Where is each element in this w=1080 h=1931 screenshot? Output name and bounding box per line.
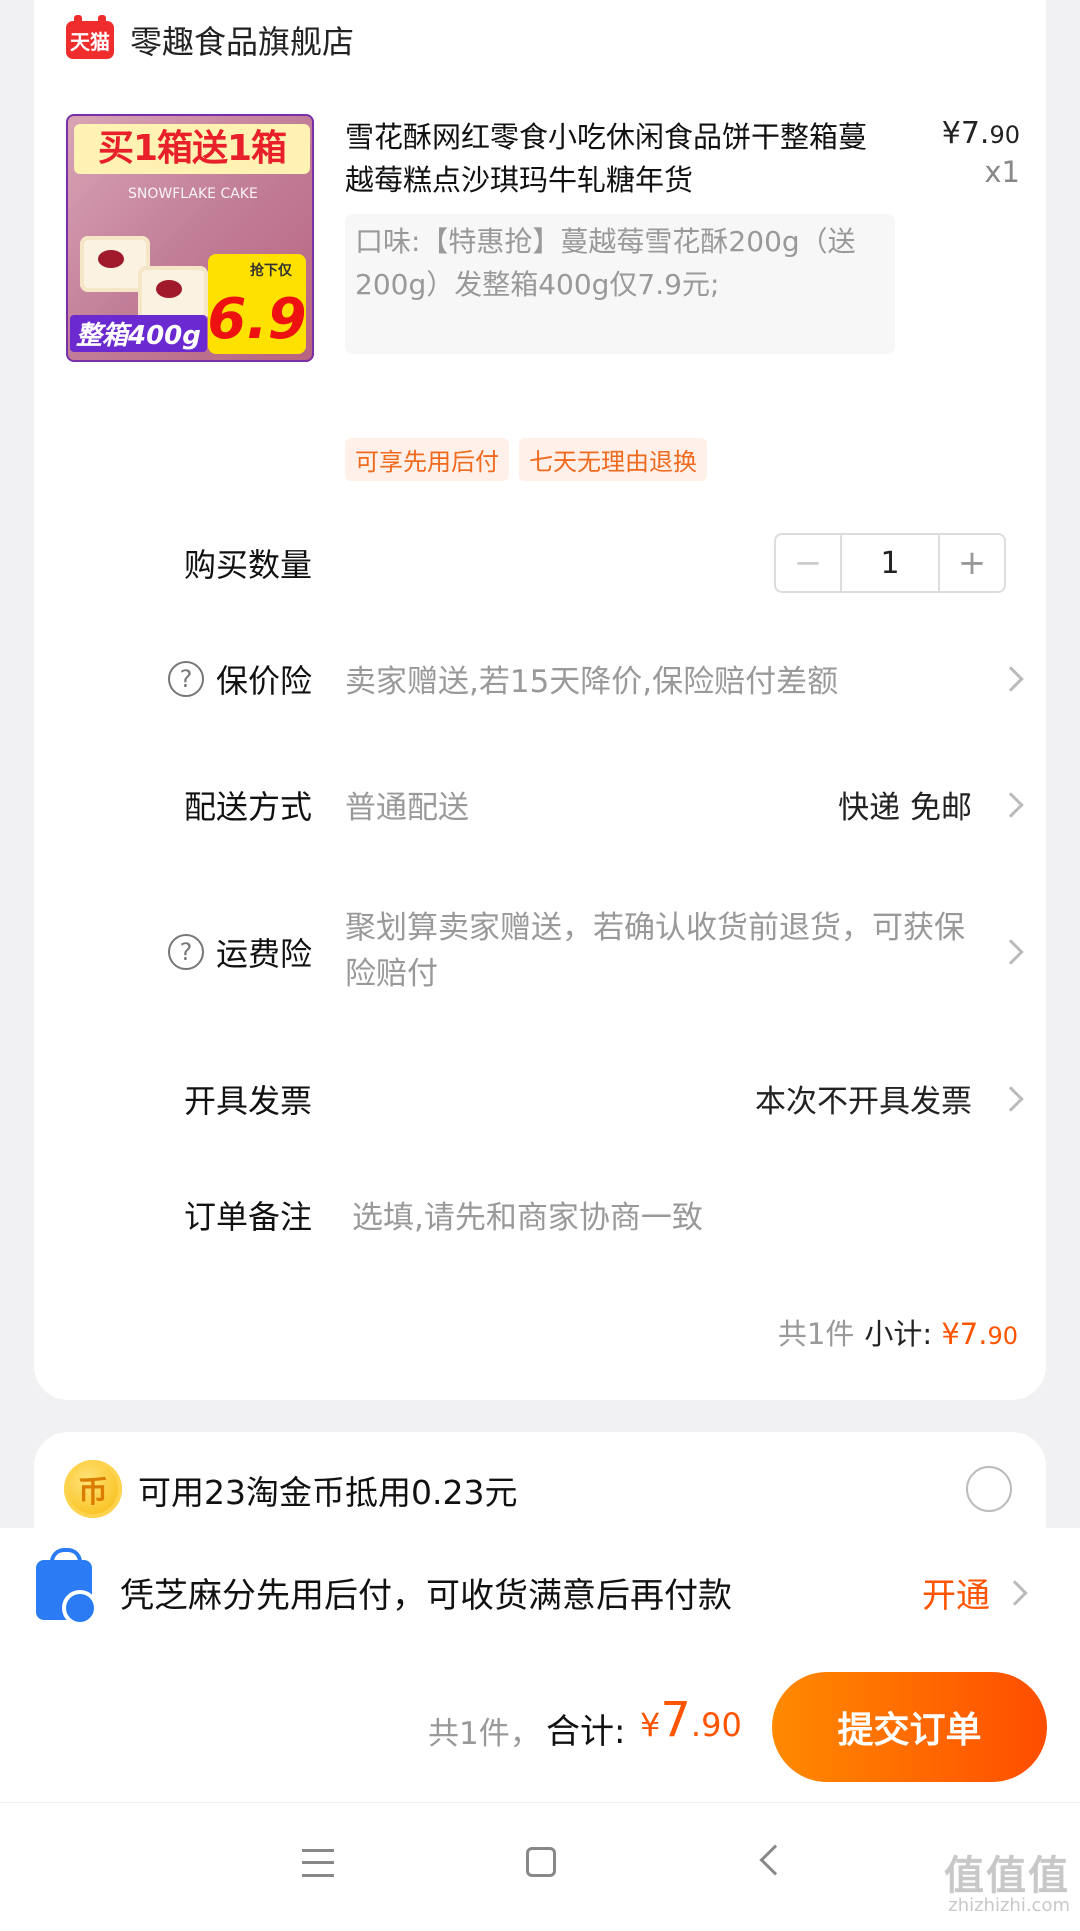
delivery-value: 普通配送 — [345, 790, 469, 826]
menu-icon[interactable] — [302, 1849, 334, 1877]
order-note-label: 订单备注 — [183, 1198, 312, 1236]
cake-illustration — [138, 266, 208, 322]
invoice-value: 本次不开具发票 — [755, 1084, 972, 1120]
total-int: 7 — [660, 1692, 691, 1748]
shipping-insurance-value: 聚划算卖家赠送，若确认收货前退货，可获保险赔付 — [345, 910, 965, 992]
product-quantity: x1 — [984, 155, 1020, 189]
quantity-stepper: − 1 + — [774, 533, 1006, 593]
quantity-label: 购买数量 — [183, 546, 312, 584]
product-title[interactable]: 雪花酥网红零食小吃休闲食品饼干整箱蔓越莓糕点沙琪玛牛轧糖年货 — [345, 116, 885, 202]
credit-pay-later-bar[interactable]: 凭芝麻分先用后付，可收货满意后再付款 开通 — [0, 1528, 1080, 1656]
subtotal: 共1件 小计: ¥7.90 — [778, 1311, 1018, 1353]
submit-order-button[interactable]: 提交订单 — [772, 1672, 1047, 1782]
service-tags: 可享先用后付 七天无理由退换 — [345, 438, 707, 481]
price-int: 7. — [960, 116, 990, 151]
watermark: 值值值 — [944, 1853, 1070, 1899]
increase-button[interactable]: + — [938, 535, 1004, 591]
tag-seven-day-return: 七天无理由退换 — [519, 438, 707, 481]
subtotal-count: 共1件 — [777, 1317, 855, 1351]
quantity-value[interactable]: 1 — [842, 535, 938, 591]
decrease-button[interactable]: − — [776, 535, 842, 591]
delivery-label: 配送方式 — [183, 788, 312, 826]
delivery-method: 快递 免邮 — [838, 790, 972, 826]
shipping-insurance-text: 运费险 — [215, 935, 312, 973]
total-count: 共1件， — [428, 1716, 541, 1752]
store-header[interactable]: 天猫 零趣食品旗舰店 — [66, 15, 355, 62]
order-note-input[interactable]: 选填,请先和商家协商一致 — [352, 1192, 703, 1237]
watermark-url: zhizhizhi.com — [948, 1895, 1070, 1916]
subtotal-int: 7. — [959, 1317, 988, 1351]
credit-open-link[interactable]: 开通 — [922, 1568, 990, 1617]
order-confirm-page: 天猫 零趣食品旗舰店 买1箱送1箱 SNOWFLAKE CAKE 抢下仅 6.9… — [0, 0, 1080, 1931]
total-label: 合计: — [546, 1712, 626, 1752]
product-spec[interactable]: 口味:【特惠抢】蔓越莓雪花酥200g（送200g）发整箱400g仅7.9元; — [345, 214, 895, 354]
coins-text: 可用23淘金币抵用0.23元 — [138, 1473, 518, 1512]
back-icon[interactable] — [759, 1844, 791, 1876]
price-protection-value: 卖家赠送,若15天降价,保险赔付差额 — [345, 664, 839, 700]
chevron-right-icon — [1002, 1580, 1028, 1606]
store-name: 零趣食品旗舰店 — [130, 23, 355, 61]
subtotal-amount: ¥7.90 — [941, 1317, 1018, 1351]
shipping-insurance-label: ? 运费险 — [167, 929, 312, 975]
product-price: ¥7.90 — [942, 116, 1020, 151]
subtotal-symbol: ¥ — [941, 1317, 960, 1351]
price-dec: 90 — [989, 121, 1020, 149]
subtotal-dec: 90 — [987, 1322, 1018, 1350]
coin-icon: 币 — [64, 1460, 122, 1518]
checkout-bar: 共1件， 合计: ¥7.90 提交订单 — [0, 1656, 1080, 1802]
image-box-label: 整箱400g — [70, 315, 207, 352]
price-symbol: ¥ — [941, 116, 961, 151]
price-protection-label: ? 保价险 — [167, 656, 312, 702]
product-image[interactable]: 买1箱送1箱 SNOWFLAKE CAKE 抢下仅 6.9 整箱400g — [66, 114, 314, 362]
help-icon[interactable]: ? — [167, 661, 204, 697]
shopping-bag-icon — [36, 1548, 98, 1626]
total-symbol: ¥ — [640, 1706, 661, 1744]
product-price-column: ¥7.90 x1 — [942, 116, 1020, 189]
total-dec: .90 — [690, 1706, 742, 1744]
coins-radio[interactable] — [966, 1466, 1012, 1512]
subtotal-label: 小计: — [864, 1317, 933, 1351]
help-icon[interactable]: ? — [167, 934, 204, 970]
home-icon[interactable] — [526, 1847, 556, 1877]
credit-text: 凭芝麻分先用后付，可收货满意后再付款 — [120, 1576, 732, 1616]
system-nav-bar: 值值值 zhizhizhi.com — [0, 1802, 1080, 1931]
tag-pay-later: 可享先用后付 — [345, 438, 509, 481]
image-price-value: 6.9 — [207, 287, 307, 352]
invoice-label: 开具发票 — [183, 1082, 312, 1120]
tmall-icon: 天猫 — [66, 15, 114, 59]
price-protection-text: 保价险 — [215, 662, 312, 700]
image-subtitle: SNOWFLAKE CAKE — [128, 186, 258, 202]
image-price-badge: 抢下仅 6.9 — [207, 254, 307, 354]
total-amount: ¥7.90 — [640, 1692, 742, 1748]
image-price-tag: 抢下仅 — [250, 263, 292, 279]
image-promo-banner: 买1箱送1箱 — [74, 124, 310, 174]
